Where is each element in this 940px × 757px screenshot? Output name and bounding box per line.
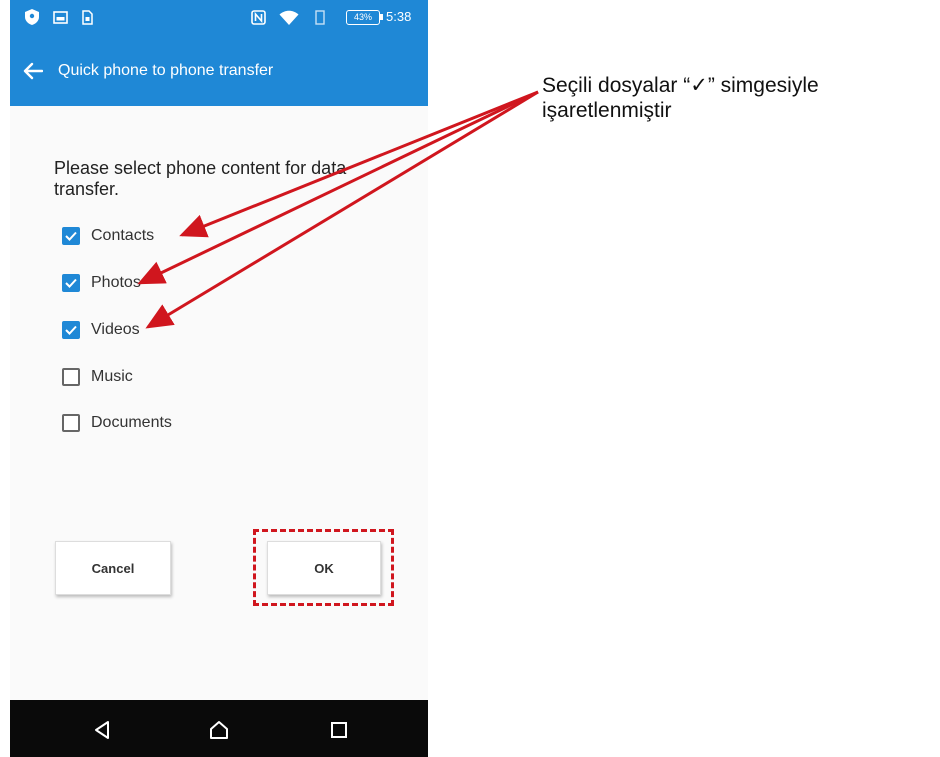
arrow-to-contacts xyxy=(179,90,539,238)
annotation-line-1: Seçili dosyalar “✓” simgesiyle xyxy=(542,74,819,97)
page: 43% 5:38 Quick phone to phone transfer P… xyxy=(0,0,940,757)
annotation-line-2: işaretlenmiştir xyxy=(542,99,672,122)
arrow-to-videos xyxy=(145,90,539,329)
arrow-to-photos xyxy=(137,90,539,285)
annotation-text: Seçili dosyalar “✓” simgesiyle işaretlen… xyxy=(542,73,819,123)
